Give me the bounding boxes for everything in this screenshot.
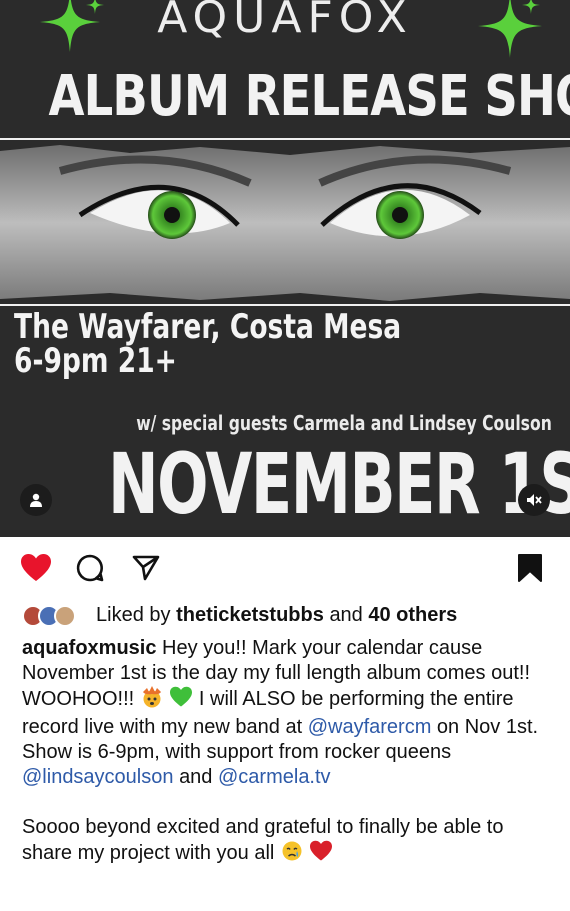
- crying-face-icon: [280, 840, 304, 869]
- special-guests: w/ special guests Carmela and Lindsey Co…: [136, 411, 552, 435]
- tagged-users-button[interactable]: [20, 484, 52, 516]
- avatar: [54, 604, 76, 627]
- mention-link[interactable]: @wayfarercm: [308, 716, 432, 738]
- divider: [0, 304, 570, 306]
- red-heart-icon: [309, 840, 333, 869]
- caption-username[interactable]: aquafoxmusic: [22, 637, 156, 659]
- comment-button[interactable]: [72, 550, 108, 586]
- bookmark-icon: [518, 554, 542, 582]
- caption-text: and: [179, 766, 213, 788]
- eyes-photo: [0, 145, 570, 301]
- comment-icon: [76, 554, 104, 582]
- speaker-muted-icon: [527, 494, 542, 506]
- mention-link[interactable]: @lindsaycoulson: [22, 766, 174, 788]
- show-time: 6-9pm 21+: [14, 341, 177, 381]
- poster-brand: AQUAFOX: [157, 0, 413, 43]
- share-button[interactable]: [128, 550, 164, 586]
- user-icon: [30, 493, 42, 507]
- heart-filled-icon: [21, 554, 51, 581]
- show-date: NOVEMBER 1ST: [108, 435, 570, 533]
- likes-prefix: Liked by: [96, 604, 171, 626]
- post-image[interactable]: AQUAFOX ALBUM RELEASE SHOW The Wayfarer,…: [0, 0, 570, 537]
- action-bar: [0, 550, 570, 590]
- caption-paragraph: aquafoxmusic Hey you!! Mark your calenda…: [22, 636, 552, 790]
- like-button[interactable]: [18, 550, 54, 586]
- save-button[interactable]: [512, 550, 548, 586]
- green-heart-icon: [169, 686, 193, 715]
- likes-summary[interactable]: Liked by theticketstubbs and 40 others: [22, 604, 560, 627]
- likes-joiner: and: [329, 604, 363, 626]
- mind-blown-emoji-icon: [140, 686, 164, 715]
- share-icon: [132, 555, 160, 581]
- poster-venue: The Wayfarer, Costa Mesa 6-9pm 21+: [14, 310, 401, 378]
- sound-toggle-button[interactable]: [518, 484, 550, 516]
- venue-name: The Wayfarer, Costa Mesa: [14, 307, 402, 347]
- poster-headline: ALBUM RELEASE SHOW: [48, 64, 570, 129]
- liker-avatars: [22, 604, 82, 627]
- liker-username[interactable]: theticketstubbs: [176, 604, 324, 627]
- caption-text: Soooo beyond excited and grateful to fin…: [22, 816, 504, 864]
- likes-count[interactable]: 40 others: [368, 604, 457, 627]
- divider: [0, 138, 570, 140]
- caption-paragraph: Soooo beyond excited and grateful to fin…: [22, 815, 552, 869]
- post-caption: aquafoxmusic Hey you!! Mark your calenda…: [22, 636, 552, 869]
- mention-link[interactable]: @carmela.tv: [218, 766, 331, 788]
